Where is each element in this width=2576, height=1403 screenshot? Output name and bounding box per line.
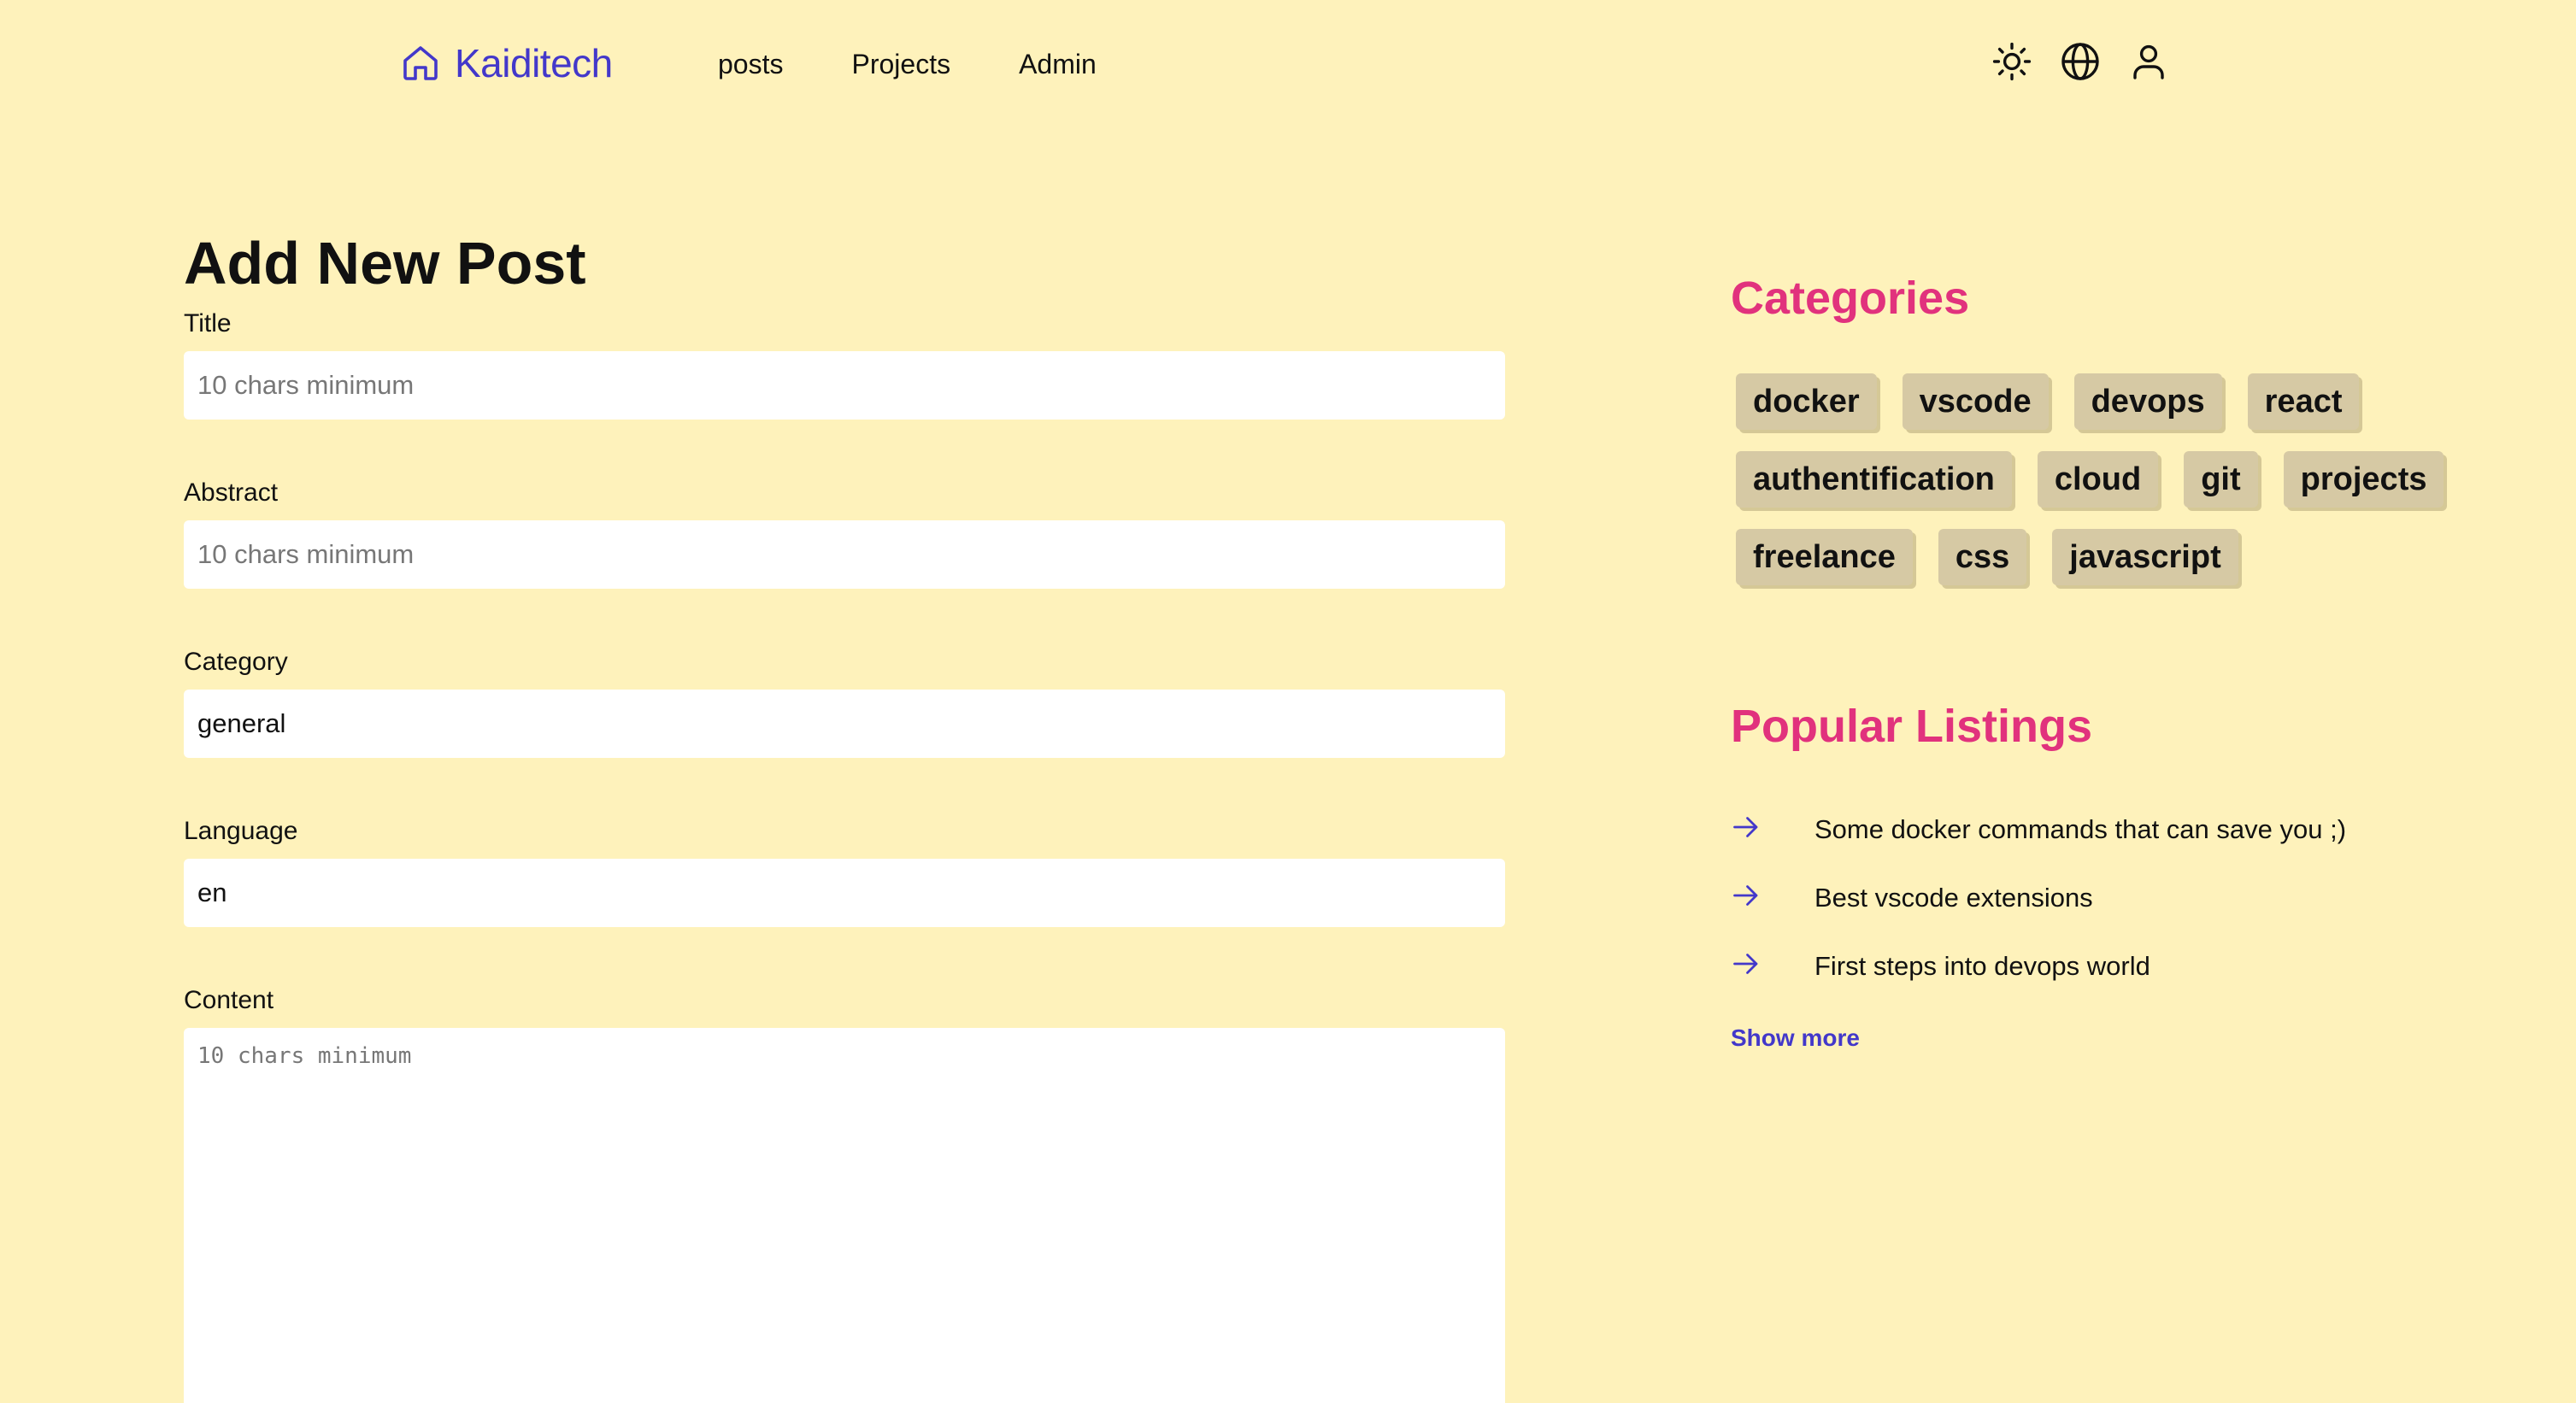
user-icon	[2133, 44, 2164, 79]
brand-name: Kaiditech	[455, 41, 613, 85]
site-header: Kaiditech posts Projects Admin	[0, 0, 2576, 128]
sun-icon	[1992, 42, 2032, 81]
category-tag[interactable]: javascript	[2052, 529, 2238, 586]
globe-icon	[2061, 43, 2099, 80]
account-button[interactable]	[2128, 41, 2169, 82]
title-input[interactable]	[184, 351, 1505, 420]
nav-item-projects[interactable]: Projects	[851, 49, 950, 80]
popular-listings-title: Popular Listings	[1731, 701, 2093, 753]
category-tag[interactable]: freelance	[1736, 529, 1913, 586]
categories-title: Categories	[1731, 273, 1970, 324]
add-post-form: Add New Post Title Abstract Category Lan…	[184, 231, 1505, 1403]
category-tags: docker vscode devops react authentificat…	[1731, 373, 2483, 586]
abstract-label: Abstract	[184, 478, 279, 507]
nav-item-admin[interactable]: Admin	[1019, 49, 1097, 80]
arrow-right-icon	[1733, 816, 1758, 837]
category-tag[interactable]: devops	[2073, 373, 2222, 431]
category-tag[interactable]: projects	[2283, 451, 2444, 508]
content-label: Content	[184, 986, 274, 1014]
sidebar: Categories docker vscode devops react au…	[1731, 273, 2500, 1052]
arrow-right-icon	[1733, 953, 1758, 974]
language-input[interactable]	[184, 859, 1505, 927]
main-nav: posts Projects Admin	[718, 43, 1097, 85]
listing-link[interactable]: Some docker commands that can save you ;…	[1814, 814, 2346, 845]
category-tag[interactable]: vscode	[1902, 373, 2049, 431]
language-label: Language	[184, 817, 298, 845]
home-icon	[403, 46, 438, 80]
list-item: Some docker commands that can save you ;…	[1731, 795, 2500, 864]
category-tag[interactable]: docker	[1736, 373, 1877, 431]
category-tag[interactable]: git	[2184, 451, 2258, 508]
abstract-input[interactable]	[184, 520, 1505, 589]
show-more-link[interactable]: Show more	[1731, 1024, 1860, 1052]
theme-toggle-button[interactable]	[1991, 41, 2032, 82]
category-input[interactable]	[184, 690, 1505, 758]
language-button[interactable]	[2060, 41, 2101, 82]
nav-item-posts[interactable]: posts	[718, 49, 783, 80]
category-tag[interactable]: authentification	[1736, 451, 2012, 508]
page-title: Add New Post	[184, 230, 586, 296]
listing-link[interactable]: Best vscode extensions	[1814, 883, 2093, 913]
title-label: Title	[184, 309, 232, 338]
popular-listings: Some docker commands that can save you ;…	[1731, 795, 2500, 1001]
arrow-right-icon	[1733, 884, 1758, 906]
listing-link[interactable]: First steps into devops world	[1814, 951, 2150, 982]
category-label: Category	[184, 648, 288, 676]
brand-link[interactable]: Kaiditech	[400, 39, 613, 87]
category-tag[interactable]: cloud	[2037, 451, 2159, 508]
header-actions	[1991, 41, 2169, 82]
category-tag[interactable]: css	[1938, 529, 2027, 586]
category-tag[interactable]: react	[2247, 373, 2360, 431]
content-textarea[interactable]	[184, 1028, 1505, 1403]
list-item: First steps into devops world	[1731, 932, 2500, 1001]
list-item: Best vscode extensions	[1731, 864, 2500, 932]
